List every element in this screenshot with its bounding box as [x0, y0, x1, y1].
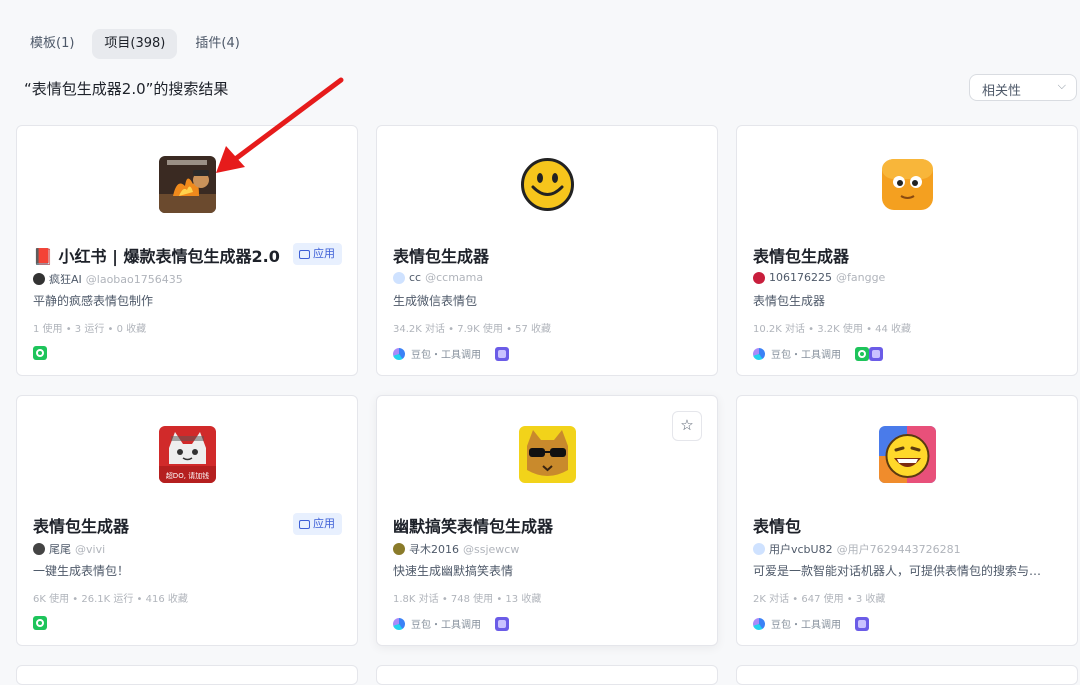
card-stats: 1 使用 • 3 运行 • 0 收藏 — [33, 324, 147, 335]
author-avatar — [33, 273, 45, 285]
platform-label: 豆包・工具调用 — [411, 620, 481, 631]
card-stats: 6K 使用 • 26.1K 运行 • 416 收藏 — [33, 594, 188, 605]
plugin-stack — [855, 346, 883, 361]
tab-plugins[interactable]: 插件(4) — [183, 29, 251, 59]
card-stats: 34.2K 对话 • 7.9K 使用 • 57 收藏 — [393, 324, 552, 335]
card-stats: 10.2K 对话 • 3.2K 使用 • 44 收藏 — [753, 324, 912, 335]
plugin-icon — [495, 616, 509, 631]
author-handle: @用户7629443726281 — [836, 543, 961, 556]
card-description: 表情包生成器 — [753, 294, 826, 308]
project-card-partial[interactable] — [736, 665, 1078, 685]
app-badge: 应用 — [293, 243, 342, 265]
app-icon — [299, 519, 310, 529]
chevron-down-icon: ⌵ — [1057, 79, 1066, 92]
author-avatar — [393, 543, 405, 555]
project-card-partial[interactable] — [16, 665, 358, 685]
sort-select[interactable]: 相关性 ⌵ — [969, 74, 1077, 101]
project-card[interactable]: ☆ 幽默搞笑表情包生成器 寻木2016 @ssjewcw 快速生成幽默搞笑表情 … — [376, 395, 718, 646]
card-description: 生成微信表情包 — [393, 294, 478, 308]
result-tabs: 模板(1) 项目(398) 插件(4) — [18, 29, 252, 59]
project-card-partial[interactable] — [376, 665, 718, 685]
card-author: 106176225 @fangge — [753, 271, 885, 284]
doubao-icon — [753, 347, 765, 360]
author-avatar — [393, 271, 405, 284]
app-badge: 应用 — [293, 513, 342, 535]
author-name: 尾尾 — [49, 543, 71, 556]
platform-label: 豆包・工具调用 — [771, 620, 841, 631]
author-handle: @ccmama — [425, 271, 484, 284]
card-title: 表情包生成器 — [753, 247, 850, 266]
card-description: 一键生成表情包！ — [33, 564, 130, 578]
workflow-icon — [855, 346, 869, 361]
cartoon-avatar-icon — [159, 156, 216, 213]
tab-templates[interactable]: 模板(1) — [18, 29, 86, 59]
card-author: 寻木2016 @ssjewcw — [393, 541, 519, 557]
laughing-emoji-icon — [879, 426, 936, 483]
workflow-icon — [33, 346, 47, 360]
project-card[interactable]: 超DO, 请加钱 表情包生成器 应用 尾尾 @vivi 一键生成表情包！ 6K … — [16, 395, 358, 646]
cat-avatar-icon: 超DO, 请加钱 — [159, 426, 216, 483]
author-avatar — [753, 543, 765, 555]
card-author: 疯狂AI @laobao1756435 — [33, 271, 183, 287]
card-description: 快速生成幽默搞笑表情 — [393, 564, 514, 578]
author-name: 寻木2016 — [409, 543, 459, 556]
card-author: 用户vcbU82 @用户7629443726281 — [753, 541, 961, 557]
app-icon — [299, 249, 310, 259]
author-name: 106176225 — [769, 271, 832, 284]
plugin-icon — [855, 616, 869, 631]
card-title: 表情包生成器 — [393, 247, 490, 266]
project-card[interactable]: 表情包生成器 cc @ccmama 生成微信表情包 34.2K 对话 • 7.9… — [376, 125, 718, 376]
author-handle: @vivi — [75, 542, 106, 556]
favorite-star-icon[interactable]: ☆ — [672, 411, 702, 441]
platform-label: 豆包・工具调用 — [411, 350, 481, 361]
doubao-icon — [753, 617, 765, 630]
card-stats: 1.8K 对话 • 748 使用 • 13 收藏 — [393, 594, 542, 605]
card-footer: 豆包・工具调用 — [753, 346, 883, 361]
orange-cube-face-icon — [879, 156, 936, 213]
badge-label: 应用 — [313, 517, 335, 530]
card-footer: 豆包・工具调用 — [393, 346, 509, 361]
author-handle: @laobao1756435 — [85, 272, 183, 286]
tab-projects[interactable]: 项目(398) — [92, 29, 178, 59]
card-title: 📕 小红书 | 爆款表情包生成器2.0 — [33, 247, 280, 266]
card-description: 可爱是一款智能对话机器人，可提供表情包的搜索与… — [753, 564, 1042, 578]
card-footer: 豆包・工具调用 — [393, 616, 509, 631]
avatar-caption: 超DO, 请加钱 — [166, 471, 209, 480]
author-handle: @ssjewcw — [463, 542, 520, 556]
cool-cat-sunglasses-icon — [519, 426, 576, 483]
doubao-icon — [393, 617, 405, 630]
doubao-icon — [393, 347, 405, 360]
card-footer: 豆包・工具调用 — [753, 616, 869, 631]
card-author: 尾尾 @vivi — [33, 541, 105, 557]
smiley-face-icon — [519, 156, 576, 213]
project-card[interactable]: 📕 小红书 | 爆款表情包生成器2.0 应用 疯狂AI @laobao17564… — [16, 125, 358, 376]
author-avatar — [753, 271, 765, 284]
project-card[interactable]: 表情包 用户vcbU82 @用户7629443726281 可爱是一款智能对话机… — [736, 395, 1078, 646]
author-avatar — [33, 543, 45, 555]
card-author: cc @ccmama — [393, 271, 483, 284]
search-result-title: “表情包生成器2.0”的搜索结果 — [24, 80, 229, 98]
card-title: 表情包生成器 — [33, 517, 130, 536]
plugin-icon — [869, 346, 883, 361]
project-card[interactable]: 表情包生成器 106176225 @fangge 表情包生成器 10.2K 对话… — [736, 125, 1078, 376]
card-title: 表情包 — [753, 517, 802, 536]
card-title: 幽默搞笑表情包生成器 — [393, 517, 554, 536]
card-description: 平静的疯感表情包制作 — [33, 294, 154, 308]
card-stats: 2K 对话 • 647 使用 • 3 收藏 — [753, 594, 886, 605]
badge-label: 应用 — [313, 247, 335, 260]
plugin-icon — [495, 346, 509, 361]
platform-label: 豆包・工具调用 — [771, 350, 841, 361]
author-handle: @fangge — [836, 271, 886, 284]
workflow-icon — [33, 616, 47, 630]
card-footer — [33, 616, 47, 630]
author-name: cc — [409, 271, 422, 284]
card-footer — [33, 346, 47, 360]
author-name: 疯狂AI — [49, 273, 82, 286]
sort-label: 相关性 — [982, 84, 1022, 99]
author-name: 用户vcbU82 — [769, 543, 833, 556]
